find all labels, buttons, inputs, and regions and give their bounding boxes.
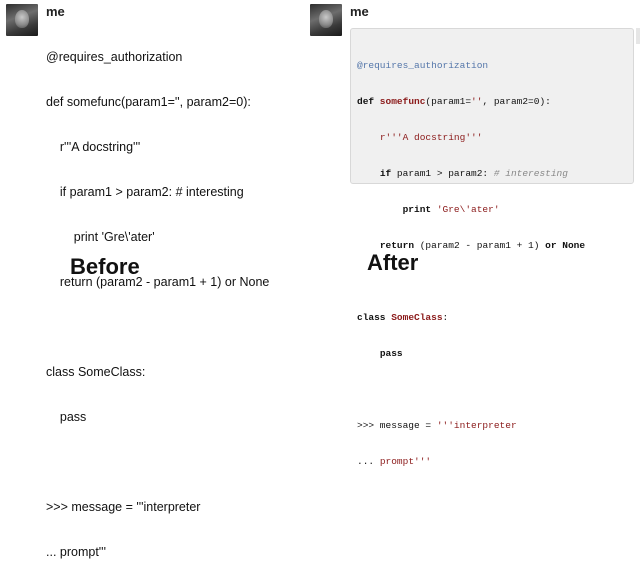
before-code-line: >>> message = '''interpreter: [46, 500, 201, 514]
code-line-docstring: r'''A docstring''': [357, 132, 585, 144]
after-avatar: [310, 4, 342, 36]
or-keyword: or: [545, 240, 557, 251]
code-line-if: if param1 > param2: # interesting: [357, 168, 585, 180]
class-keyword: class: [357, 312, 386, 323]
scroll-edge: [636, 28, 640, 44]
code-line-print: print 'Gre\'ater': [357, 204, 585, 216]
code-line-prompt2: ... prompt''': [357, 456, 585, 468]
before-caption: Before: [70, 254, 140, 279]
prompt-token: >>> message =: [357, 420, 437, 431]
before-code-line: @requires_authorization: [46, 50, 183, 64]
empty-string: '': [471, 96, 483, 107]
before-code-line: def somefunc(param1='', param2=0):: [46, 95, 251, 109]
comment-token: # interesting: [493, 168, 568, 179]
print-string: 'Gre\'ater': [431, 204, 500, 215]
interp-string-1: '''interpreter: [436, 420, 517, 431]
function-name: somefunc: [374, 96, 426, 107]
params-start: (param1=: [425, 96, 472, 107]
before-code-line: print 'Gre\'ater': [46, 230, 155, 244]
after-username: me: [350, 4, 369, 19]
class-name: SomeClass: [385, 312, 443, 323]
print-keyword: print: [402, 204, 432, 215]
code-line-pass: pass: [357, 348, 585, 360]
before-code-line: [46, 320, 269, 335]
return-expression: (param2 - param1 + 1): [414, 240, 546, 251]
pass-keyword: pass: [379, 348, 403, 359]
code-line-decorator: @requires_authorization: [357, 60, 585, 72]
before-code-line: pass: [46, 410, 87, 424]
before-code-line: ... prompt''': [46, 545, 106, 559]
params-end: , param2=0):: [482, 96, 551, 107]
docstring-token: r'''A docstring''': [379, 132, 483, 143]
code-line-prompt1: >>> message = '''interpreter: [357, 420, 585, 432]
code-line-def: def somefunc(param1='', param2=0):: [357, 96, 585, 108]
def-keyword: def: [357, 96, 375, 107]
before-code-line: class SomeClass:: [46, 365, 146, 379]
before-code-block: @requires_authorization def somefunc(par…: [46, 20, 269, 575]
before-username: me: [46, 4, 65, 19]
before-code-line: r'''A docstring''': [46, 140, 141, 154]
code-line-class: class SomeClass:: [357, 312, 585, 324]
before-avatar: [6, 4, 38, 36]
class-colon: :: [442, 312, 449, 323]
after-caption: After: [367, 250, 419, 275]
continuation-prompt: ...: [357, 456, 380, 467]
condition-token: param1 > param2:: [391, 168, 494, 179]
if-keyword: if: [379, 168, 392, 179]
interp-string-2: prompt''': [379, 456, 432, 467]
before-code-line: [46, 455, 269, 470]
before-code-line: if param1 > param2: # interesting: [46, 185, 244, 199]
none-keyword: None: [556, 240, 586, 251]
decorator-token: @requires_authorization: [357, 60, 489, 71]
